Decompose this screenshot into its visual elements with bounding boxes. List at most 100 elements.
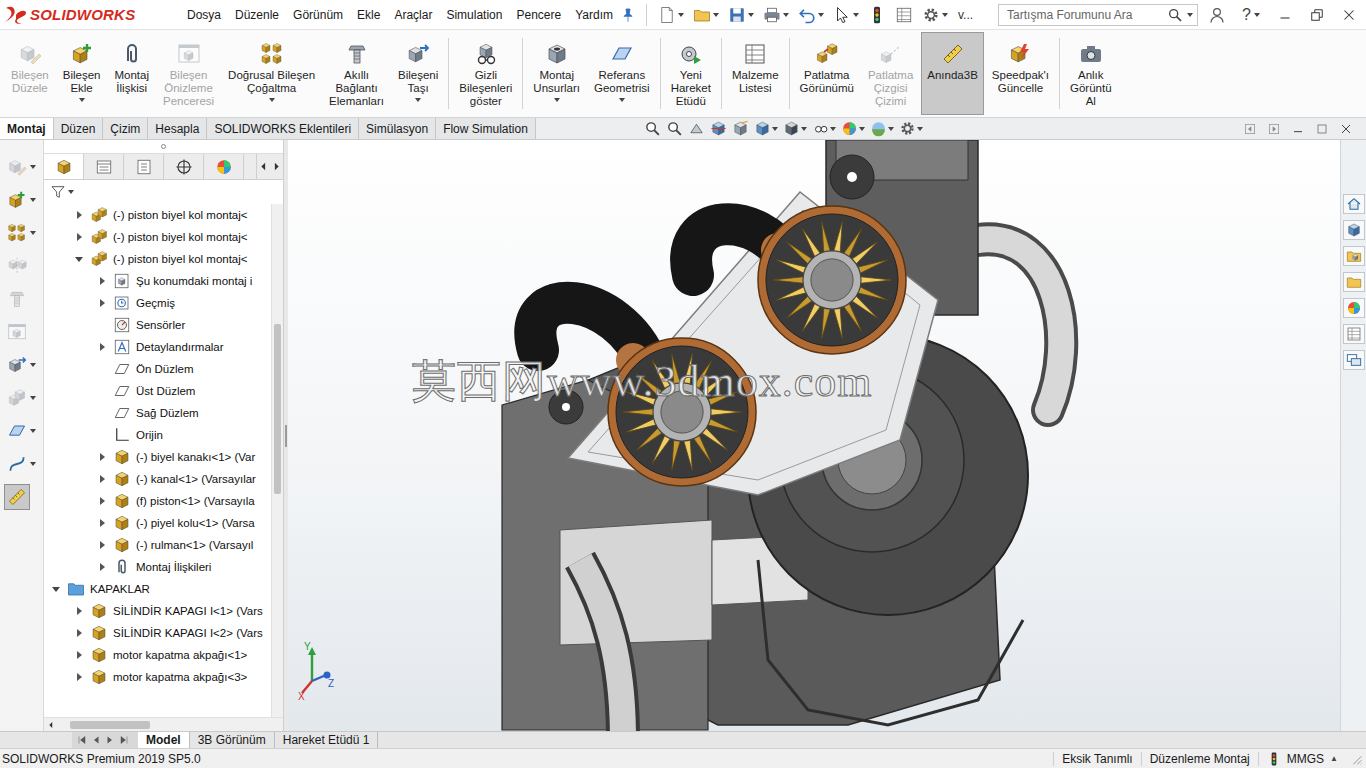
quick-access-button[interactable] [690, 4, 722, 26]
expand-toggle-icon[interactable] [71, 251, 87, 267]
app-logo[interactable]: SOLIDWORKS [4, 5, 180, 25]
expand-toggle-icon[interactable] [94, 515, 110, 531]
nav-prev-icon[interactable] [90, 734, 102, 746]
tree-vertical-scrollbar[interactable] [271, 204, 283, 717]
tree-row[interactable]: motor kapatma akpağı<1> [44, 644, 271, 666]
expand-toggle-icon[interactable] [94, 295, 110, 311]
command-tab[interactable]: Çizim [103, 118, 148, 139]
tile-left-icon[interactable] [1242, 121, 1258, 137]
pin-icon[interactable] [620, 7, 636, 23]
left-tool-button[interactable] [4, 154, 39, 180]
nav-first-icon[interactable] [76, 734, 88, 746]
ribbon-button[interactable]: BileşeniTaşı [392, 32, 444, 115]
heads-up-button[interactable] [870, 120, 894, 137]
help-button[interactable]: ? [1236, 6, 1266, 24]
tree-row[interactable]: (-) rulman<1> (Varsayıl [44, 534, 271, 556]
left-tool-button[interactable] [4, 352, 39, 378]
tree-row[interactable]: (-) piston biyel kol montaj< [44, 248, 271, 270]
left-tool-button[interactable] [4, 319, 30, 345]
command-tab[interactable]: Montaj [0, 118, 54, 139]
tree-row[interactable]: (-) piston biyel kol montaj< [44, 204, 271, 226]
ribbon-button[interactable]: GizliBileşenlerigöster [453, 32, 518, 115]
heads-up-button[interactable] [812, 120, 836, 137]
expand-toggle-icon[interactable] [71, 625, 87, 641]
ribbon-button[interactable]: BileşenDüzele [5, 32, 55, 115]
expand-toggle-icon[interactable] [71, 207, 87, 223]
chevron-left-icon[interactable] [257, 160, 270, 173]
expand-toggle-icon[interactable] [71, 669, 87, 685]
task-pane-button[interactable] [1343, 246, 1365, 266]
task-pane-button[interactable] [1343, 194, 1365, 214]
nav-last-icon[interactable] [118, 734, 130, 746]
tree-row[interactable]: (-) piston biyel kol montaj< [44, 226, 271, 248]
heads-up-button[interactable] [899, 120, 923, 137]
heads-up-button[interactable] [754, 120, 778, 137]
expand-toggle-icon[interactable] [94, 449, 110, 465]
ribbon-button[interactable]: MontajUnsurları [527, 32, 586, 115]
tree-row[interactable]: Ön Düzlem [44, 358, 271, 380]
command-tab[interactable]: Hesapla [148, 118, 207, 139]
ribbon-button[interactable]: Speedpak'ıGüncelle [986, 32, 1055, 115]
ribbon-button[interactable]: Doğrusal BileşenÇoğaltma [222, 32, 321, 115]
menu-item[interactable]: Dosya [180, 4, 228, 26]
tree-row[interactable]: Geçmiş [44, 292, 271, 314]
tree-tab[interactable] [204, 154, 244, 179]
tree-row[interactable]: motor kapatma akpağı<3> [44, 666, 271, 688]
quick-access-button[interactable] [830, 4, 862, 26]
left-tool-button[interactable] [4, 385, 39, 411]
menu-item[interactable]: Simulation [439, 4, 509, 26]
tree-row[interactable]: SİLİNDİR KAPAGI I<2> (Vars [44, 622, 271, 644]
tree-horizontal-scrollbar[interactable] [44, 717, 283, 731]
graphics-area[interactable]: 莫西网www.3dmox.comYZX [288, 140, 1340, 731]
user-button[interactable] [1204, 3, 1230, 27]
maximize-icon[interactable] [1314, 121, 1330, 137]
expand-toggle-icon[interactable] [94, 471, 110, 487]
ribbon-button[interactable]: BileşenÖnizlemePenceresi [157, 32, 220, 115]
tree-tab[interactable] [124, 154, 164, 179]
menu-item[interactable]: Araçlar [387, 4, 439, 26]
heads-up-button[interactable] [783, 120, 807, 137]
quick-access-button[interactable] [725, 4, 757, 26]
bottom-tab[interactable]: Hareket Etüdü 1 [275, 732, 379, 748]
menu-item[interactable]: Pencere [509, 4, 568, 26]
menu-item[interactable]: Ekle [350, 4, 387, 26]
close-icon[interactable] [1338, 121, 1354, 137]
ribbon-button[interactable]: BileşenEkle [57, 32, 107, 115]
quick-access-button[interactable] [892, 4, 916, 26]
quick-access-button[interactable] [655, 4, 687, 26]
tree-row[interactable]: Detaylandırmalar [44, 336, 271, 358]
left-tool-button[interactable] [4, 220, 39, 246]
tree-row[interactable]: Montaj İlişkileri [44, 556, 271, 578]
tree-row[interactable]: (-) kanal<1> (Varsayılar [44, 468, 271, 490]
tree-tab[interactable] [84, 154, 124, 179]
quick-access-button[interactable] [795, 4, 827, 26]
quick-access-button[interactable] [919, 4, 951, 26]
expand-toggle-icon[interactable] [94, 559, 110, 575]
close-button[interactable] [1336, 3, 1362, 27]
tree-tab[interactable] [164, 154, 204, 179]
tree-tab[interactable] [44, 154, 84, 179]
chevron-left-icon[interactable] [46, 720, 56, 730]
expand-toggle-icon[interactable] [71, 647, 87, 663]
expand-toggle-icon[interactable] [94, 537, 110, 553]
units-selector[interactable]: MMGS▲ [1258, 752, 1348, 766]
ribbon-button[interactable]: YeniHareketEtüdü [665, 32, 717, 115]
tree-row[interactable]: Sağ Düzlem [44, 402, 271, 424]
left-tool-button[interactable] [4, 451, 39, 477]
left-tool-button[interactable] [4, 187, 39, 213]
left-tool-button[interactable] [4, 484, 30, 510]
ribbon-button[interactable]: Anında3B [921, 32, 984, 115]
tree-row[interactable]: Üst Düzlem [44, 380, 271, 402]
quick-access-button[interactable] [760, 4, 792, 26]
search-field[interactable]: Tartışma Forumunu Ara [998, 4, 1198, 26]
ribbon-button[interactable]: Montajİlişkisi [108, 32, 155, 115]
heads-up-button[interactable] [688, 120, 705, 137]
command-tab[interactable]: Düzen [54, 118, 104, 139]
menu-item[interactable]: Düzenle [228, 4, 286, 26]
task-pane-button[interactable] [1343, 298, 1365, 318]
heads-up-button[interactable] [666, 120, 683, 137]
panel-handle[interactable] [44, 140, 283, 154]
cylinder-rear[interactable] [758, 206, 906, 354]
ribbon-button[interactable]: PatlatmaÇizgisiÇizimi [862, 32, 919, 115]
heads-up-button[interactable] [732, 120, 749, 137]
